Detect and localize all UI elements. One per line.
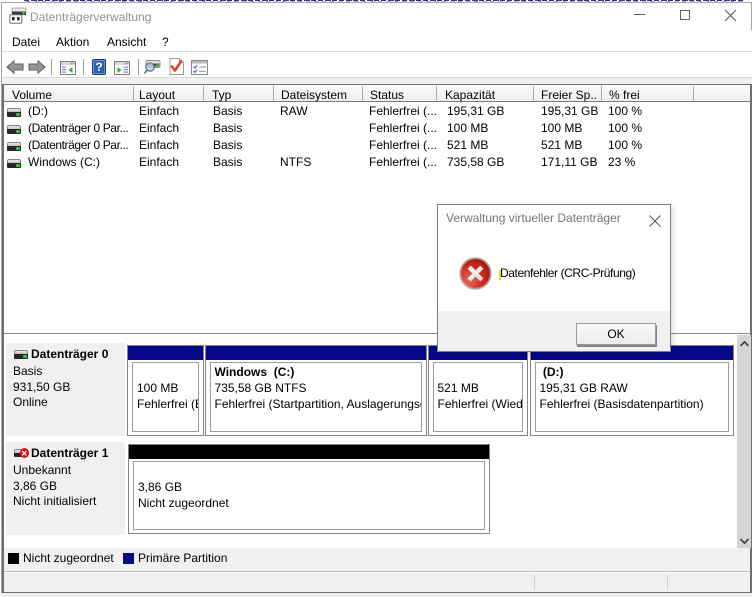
svg-text:?: ? [95, 60, 102, 74]
